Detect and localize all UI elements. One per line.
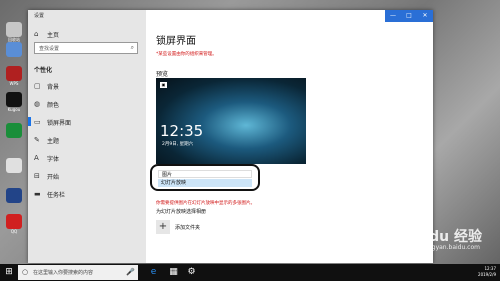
sidebar-item-label: 主题 <box>47 138 60 145</box>
start-icon: ⊟ <box>34 172 40 180</box>
sidebar-item-label: 背景 <box>47 84 60 91</box>
dropdown-option-slideshow[interactable]: 幻灯片放映 <box>158 179 252 187</box>
sidebar-item[interactable]: ✎ 主题 <box>34 136 60 146</box>
image-icon: ▢ <box>34 82 41 90</box>
org-note: *某些设置由你的组织来管理。 <box>156 52 217 57</box>
desktop-icon[interactable] <box>3 188 25 203</box>
settings-window: 设置 ⌂ 主页 查找设置 ⌕ 个性化 ▢ 背景 ◍ 颜色 ▭ 锁屏界面 ✎ 主题 A 字体 ⊟ 开始 ▬… <box>28 10 433 263</box>
add-folder-button[interactable]: + 添加文件夹 <box>156 220 200 234</box>
preview-date: 2月9日, 星期六 <box>162 142 194 147</box>
section-heading: 个性化 <box>34 65 52 74</box>
watermark-url: jingyan.baidu.com <box>424 244 480 251</box>
sidebar-item-label: 开始 <box>47 174 60 181</box>
sidebar-item[interactable]: ▬ 任务栏 <box>34 190 66 200</box>
sidebar-item-label: 锁屏界面 <box>47 120 72 127</box>
lock-screen-icon: ▭ <box>34 118 41 126</box>
sidebar-item-label: 颜色 <box>47 102 60 109</box>
add-folder-label: 添加文件夹 <box>175 224 201 231</box>
settings-sidebar: 设置 ⌂ 主页 查找设置 ⌕ 个性化 ▢ 背景 ◍ 颜色 ▭ 锁屏界面 ✎ 主题 A 字体 ⊟ 开始 ▬… <box>28 10 146 263</box>
desktop-icon-label: WPS <box>9 81 19 86</box>
taskbar-search-text: 在这里输入你要搜索的内容 <box>33 270 94 276</box>
font-icon: A <box>34 154 39 162</box>
taskbar: ⊞ ○ 在这里输入你要搜索的内容 🎤 e ▦ ⚙ 12:37 2019/2/9 <box>0 264 500 281</box>
app-icon <box>6 22 22 37</box>
app-icon <box>6 123 22 138</box>
app-icon <box>6 66 22 81</box>
sidebar-item-label: 任务栏 <box>47 192 66 199</box>
sidebar-item-label: 字体 <box>47 156 60 163</box>
file-explorer-icon[interactable]: ▦ <box>168 267 179 278</box>
start-button[interactable]: ⊞ <box>2 266 16 279</box>
maximize-button[interactable]: □ <box>401 10 417 22</box>
desktop-icon[interactable] <box>3 158 25 173</box>
edge-icon[interactable]: e <box>148 267 159 278</box>
home-icon: ⌂ <box>34 30 39 38</box>
minimize-button[interactable]: — <box>385 10 401 22</box>
app-icon <box>6 42 22 57</box>
app-icon <box>6 214 22 229</box>
choose-album-label: 为幻灯片放映选择相册 <box>156 209 207 215</box>
page-title: 锁屏界面 <box>156 36 196 47</box>
search-placeholder: 查找设置 <box>39 46 60 52</box>
watermark-logo: Baidu 经验 <box>404 229 482 245</box>
dropdown-option-picture[interactable]: 图片 <box>158 170 252 178</box>
close-button[interactable]: ✕ <box>417 10 433 22</box>
desktop-icon[interactable]: Kugou <box>3 92 25 112</box>
sidebar-item[interactable]: ⊟ 开始 <box>34 172 60 182</box>
settings-main: — □ ✕ 锁屏界面 *某些设置由你的组织来管理。 预览 ▣ 12:35 2月9… <box>146 10 433 263</box>
microphone-icon: 🎤 <box>126 268 135 276</box>
app-icon <box>6 158 22 173</box>
preview-label: 预览 <box>156 71 169 78</box>
background-dropdown[interactable]: 图片 幻灯片放映 <box>150 164 260 191</box>
search-icon: ○ <box>22 268 29 276</box>
palette-icon: ◍ <box>34 100 41 108</box>
sidebar-item[interactable]: ◍ 颜色 <box>34 100 60 110</box>
desktop-icon[interactable]: QQ <box>3 214 25 234</box>
search-icon: ⌕ <box>130 44 134 51</box>
search-input[interactable]: 查找设置 ⌕ <box>34 42 138 54</box>
tray-date: 2019/2/9 <box>478 272 496 277</box>
slideshow-warning: 你需要提供图片在幻灯片放映中显示的多张图片。 <box>156 201 255 206</box>
taskbar-search[interactable]: ○ 在这里输入你要搜索的内容 🎤 <box>18 265 138 280</box>
app-icon <box>6 188 22 203</box>
sidebar-item[interactable]: ▭ 锁屏界面 <box>28 117 72 127</box>
selected-indicator <box>28 117 31 126</box>
system-tray[interactable]: 12:37 2019/2/9 <box>478 266 496 278</box>
preview-logo-icon: ▣ <box>160 82 167 88</box>
sidebar-item[interactable]: A 字体 <box>34 154 60 164</box>
sidebar-item[interactable]: ▢ 背景 <box>34 82 60 92</box>
settings-icon[interactable]: ⚙ <box>186 267 197 278</box>
desktop-icon[interactable] <box>3 123 25 138</box>
nav-home[interactable]: ⌂ 主页 <box>34 30 60 40</box>
nav-home-label: 主页 <box>47 32 60 39</box>
desktop-icon[interactable] <box>3 42 25 57</box>
desktop-icon[interactable]: 回收站 <box>3 22 25 42</box>
window-controls: — □ ✕ <box>385 10 433 22</box>
preview-time: 12:35 <box>160 122 204 140</box>
desktop-icon-label: Kugou <box>7 107 21 112</box>
app-title: 设置 <box>34 13 45 19</box>
desktop-icon[interactable]: WPS <box>3 66 25 86</box>
lock-screen-preview: ▣ 12:35 2月9日, 星期六 <box>156 78 306 164</box>
app-icon <box>6 92 22 107</box>
section-heading-label: 个性化 <box>34 67 53 74</box>
taskbar-icon: ▬ <box>34 190 41 198</box>
desktop-icon-label: QQ <box>10 229 18 234</box>
plus-icon: + <box>156 220 170 234</box>
theme-icon: ✎ <box>34 136 40 144</box>
